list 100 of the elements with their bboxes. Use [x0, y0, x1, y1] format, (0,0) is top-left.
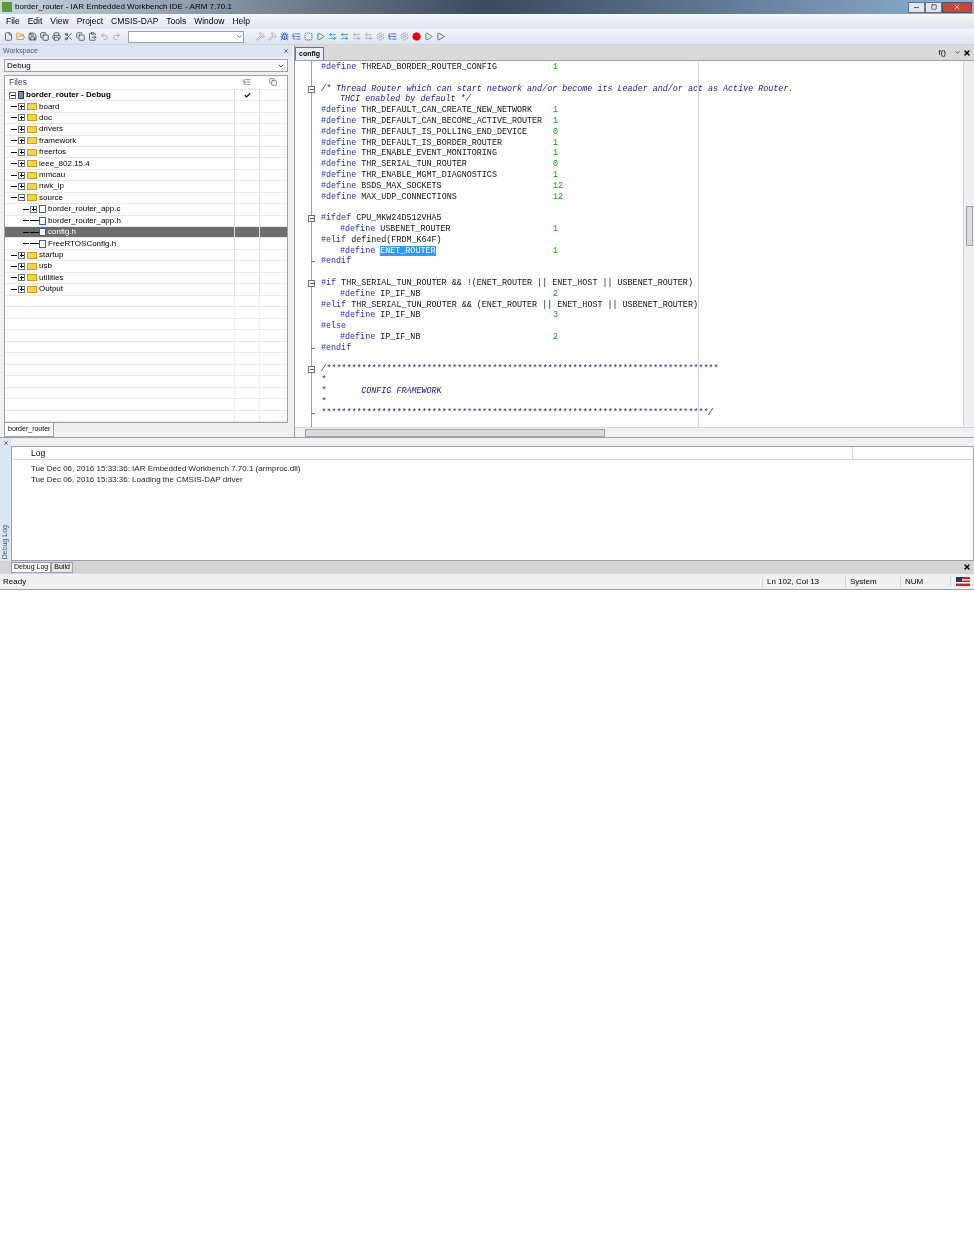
arrows-icon[interactable]: [340, 32, 349, 41]
expander-icon[interactable]: [18, 103, 25, 111]
code-line: #endif: [321, 256, 353, 268]
expander-icon[interactable]: [18, 274, 25, 282]
tree-row[interactable]: mmcau: [5, 169, 287, 182]
code-line: #define THR_DEFAULT_IS_BORDER_ROUTER 1: [321, 137, 560, 148]
tree-label: usb: [39, 262, 52, 271]
expander-icon[interactable]: [18, 251, 25, 259]
tree-row[interactable]: border_router_app.h: [5, 215, 287, 227]
tree-label: freertos: [39, 148, 67, 157]
cut-icon[interactable]: [64, 32, 73, 41]
code-line: #define ENET_ROUTER 1: [339, 245, 560, 256]
toolbar-combo[interactable]: [128, 30, 244, 43]
expander-icon[interactable]: [18, 125, 25, 133]
expander-icon[interactable]: [18, 262, 25, 270]
tree-label: source: [39, 193, 63, 202]
vertical-scrollbar[interactable]: [963, 61, 974, 427]
code-line: #define BSDS_MAX_SOCKETS 12: [321, 180, 565, 192]
fold-icon[interactable]: [308, 215, 315, 223]
code-comment: THCI enabled by default */: [339, 94, 472, 105]
bug-icon[interactable]: [280, 32, 289, 41]
tree-row[interactable]: nwk_ip: [5, 181, 287, 193]
menu-item[interactable]: Project: [76, 15, 104, 28]
menu-item[interactable]: View: [50, 15, 69, 28]
tree-row[interactable]: border_router - Debug: [5, 89, 287, 102]
expander-icon[interactable]: [18, 160, 25, 168]
list-icon[interactable]: [292, 32, 301, 41]
horizontal-scrollbar[interactable]: [295, 427, 974, 437]
tree-label: doc: [39, 113, 52, 122]
tree-row[interactable]: utilities: [5, 272, 287, 285]
menu-item[interactable]: CMSIS-DAP: [111, 15, 159, 28]
tree-row[interactable]: framework: [5, 135, 287, 147]
dropdown-icon[interactable]: [954, 49, 961, 56]
expander-icon[interactable]: [18, 183, 25, 190]
code-line: #define THR_ENABLE_EVENT_MONITORING 1: [321, 148, 560, 159]
maximize-button[interactable]: [925, 1, 942, 13]
configuration-dropdown[interactable]: Debug: [4, 59, 288, 72]
code-line: #if THR_SERIAL_TUN_ROUTER && !(ENET_ROUTER || ENET_HOST || USBENET_ROUTER): [321, 277, 694, 289]
close-icon: [953, 3, 961, 11]
minimize-button[interactable]: [908, 1, 925, 13]
expander-icon[interactable]: [18, 137, 25, 145]
column-header: Files: [8, 76, 28, 89]
close-button[interactable]: [942, 1, 972, 13]
tree-row[interactable]: board: [5, 101, 287, 113]
app-icon: [2, 2, 12, 12]
menu-item[interactable]: Window: [194, 15, 225, 28]
expander-icon[interactable]: [18, 171, 25, 179]
expander-icon[interactable]: [18, 194, 25, 202]
copy-icon[interactable]: [76, 32, 85, 41]
code-line: #define IP_IF_NB 2: [339, 288, 560, 300]
tree-row[interactable]: FreeRTOSConfig.h: [5, 238, 287, 250]
tree-row[interactable]: ieee_802.15.4: [5, 158, 287, 170]
save-icon[interactable]: [28, 32, 37, 41]
function-button[interactable]: f(): [938, 46, 946, 59]
tree-row[interactable]: startup: [5, 249, 287, 262]
status-message: Ready: [2, 575, 28, 588]
menu-item[interactable]: Help: [232, 15, 250, 28]
expander-icon[interactable]: [18, 114, 25, 122]
tree-row[interactable]: freertos: [5, 147, 287, 159]
play-icon[interactable]: [316, 32, 325, 41]
tree-label: board: [39, 102, 60, 111]
log-entry: Tue Dec 06, 2016 15:33:36: Loading the CMSIS-DAP driver: [30, 474, 244, 485]
tree-row[interactable]: Output: [5, 284, 287, 296]
copy-icon[interactable]: [269, 78, 277, 87]
fold-icon[interactable]: [308, 279, 315, 287]
fold-icon[interactable]: [308, 85, 315, 93]
code-line: #endif: [321, 342, 353, 354]
column-header: Log: [12, 447, 853, 459]
list-icon[interactable]: [242, 78, 251, 87]
print-icon[interactable]: [52, 32, 61, 41]
close-icon[interactable]: [963, 563, 971, 571]
list-icon[interactable]: [388, 32, 397, 41]
expander-icon[interactable]: [18, 285, 25, 293]
paste-icon[interactable]: [88, 32, 97, 41]
tree-row[interactable]: drivers: [5, 124, 287, 136]
menu-item[interactable]: Tools: [166, 15, 187, 28]
save-all-icon[interactable]: [40, 32, 49, 41]
expander-icon[interactable]: [30, 205, 37, 213]
tree-row[interactable]: usb: [5, 261, 287, 273]
expander-icon[interactable]: [9, 91, 16, 99]
menu-item[interactable]: Edit: [27, 15, 43, 28]
code-line: #elif THR_SERIAL_TUN_ROUTER && (ENET_ROUTER || ENET_HOST || USBENET_ROUTER): [321, 299, 699, 310]
frame-icon[interactable]: [304, 32, 313, 41]
tree-label: ieee_802.15.4: [39, 159, 90, 168]
tree-row[interactable]: source: [5, 192, 287, 205]
code-line: #elif defined(FRDM_K64F): [321, 234, 443, 246]
close-icon[interactable]: [963, 48, 971, 57]
expander-icon[interactable]: [18, 148, 25, 156]
arrows-icon[interactable]: [328, 32, 337, 41]
new-file-icon[interactable]: [4, 32, 13, 41]
window-title: border_router - IAR Embedded Workbench IDE - ARM 7.70.1: [15, 3, 233, 11]
tree-row[interactable]: doc: [5, 112, 287, 125]
fold-icon[interactable]: [308, 366, 315, 374]
menu-item[interactable]: File: [6, 15, 20, 28]
tree-label: Output: [39, 285, 63, 294]
tree-row[interactable]: border_router_app.c: [5, 204, 287, 216]
tree-label: border_router_app.c: [48, 205, 121, 214]
code-comment: /* Thread Router which can start network and/or become its Leader and/or act as Active Router.: [321, 83, 795, 94]
breakpoint-icon[interactable]: [412, 32, 421, 41]
code-line: #else: [321, 321, 348, 332]
